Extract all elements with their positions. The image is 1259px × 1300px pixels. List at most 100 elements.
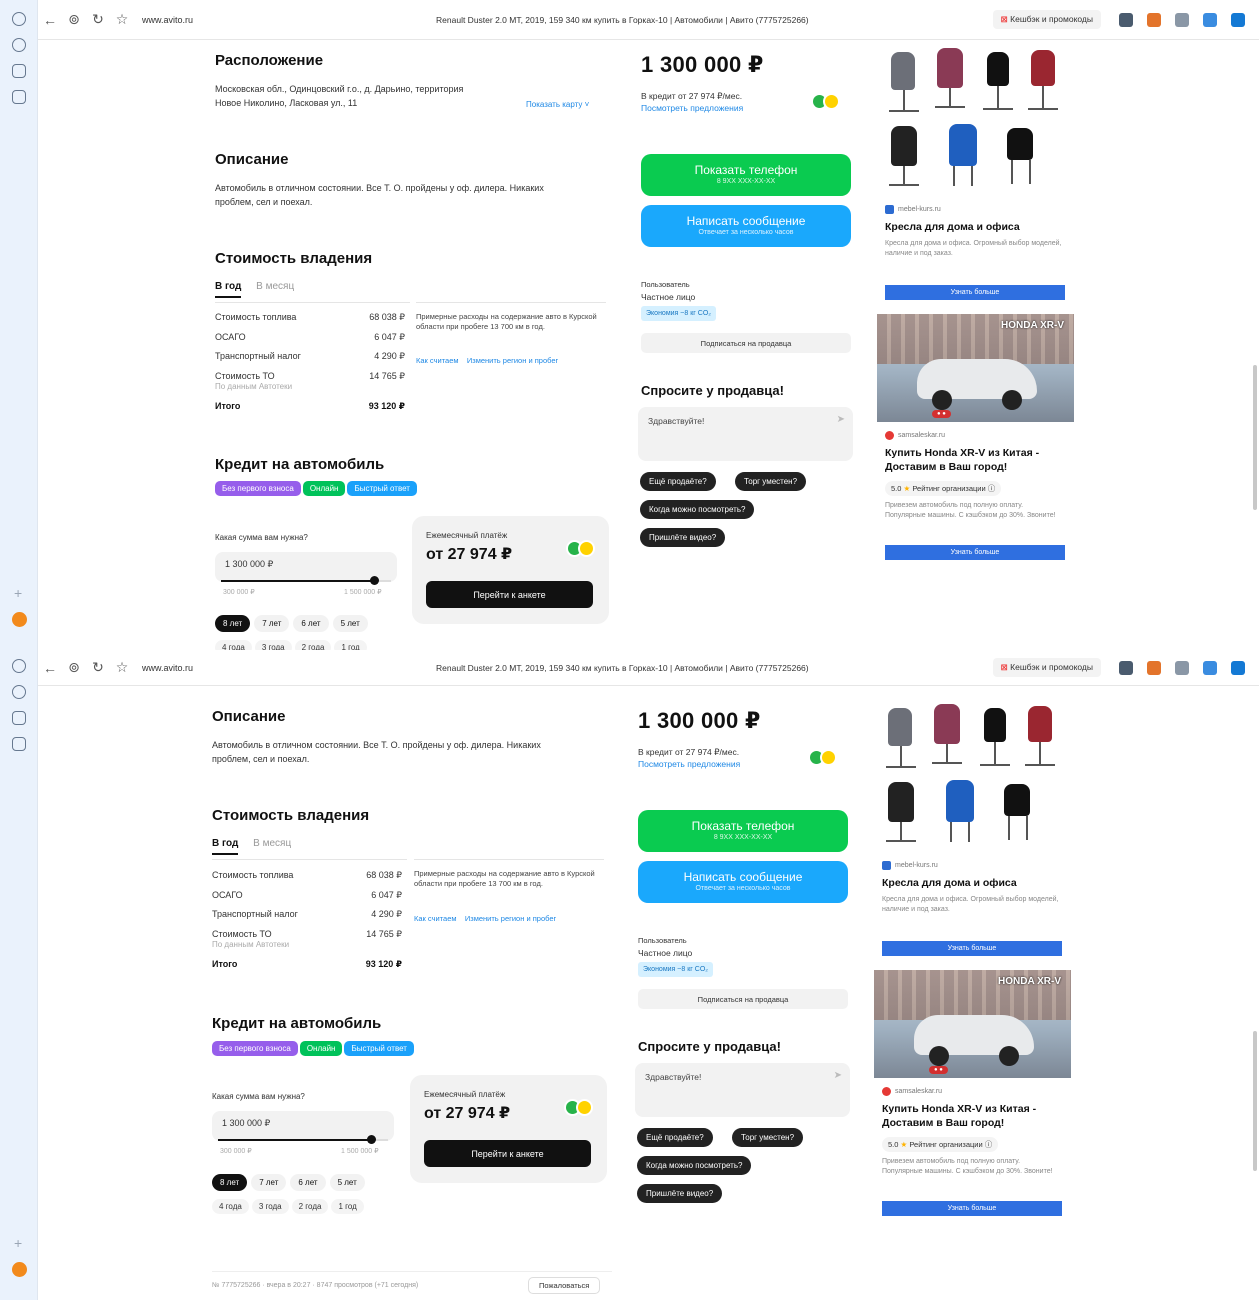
term-chip[interactable]: 1 год bbox=[334, 640, 367, 650]
show-phone-button[interactable]: Показать телефон 8 9XX XXX-XX-XX bbox=[641, 154, 851, 196]
seller-name[interactable]: Частное лицо bbox=[638, 947, 713, 960]
subscribe-button[interactable]: Подписаться на продавца bbox=[638, 989, 848, 1009]
tab-per-month[interactable]: В месяц bbox=[253, 838, 291, 849]
play-icon[interactable] bbox=[12, 38, 26, 52]
extensions-icon[interactable]: ⊚ bbox=[62, 11, 86, 28]
change-region-link[interactable]: Изменить регион и пробег bbox=[467, 356, 558, 365]
bird-icon[interactable] bbox=[1119, 12, 1133, 27]
fox-icon[interactable] bbox=[1147, 660, 1161, 675]
add-panel-icon[interactable]: + bbox=[14, 585, 22, 601]
chairs-ad-image[interactable] bbox=[881, 48, 1071, 198]
send-icon[interactable]: ➤ bbox=[837, 414, 845, 425]
translate-icon[interactable] bbox=[1203, 12, 1217, 27]
term-chip[interactable]: 2 года bbox=[291, 1199, 329, 1214]
ad2-button[interactable]: Узнать больше bbox=[882, 1201, 1062, 1216]
car-ad-image[interactable]: HONDA XR-V ● ● bbox=[874, 970, 1071, 1078]
message-input[interactable]: Здравствуйте! ➤ bbox=[635, 1063, 850, 1117]
assistant-icon[interactable] bbox=[12, 1262, 27, 1277]
reload-icon[interactable]: ↻ bbox=[86, 11, 110, 28]
term-chip[interactable]: 1 год bbox=[331, 1199, 364, 1214]
term-chip[interactable]: 5 лет bbox=[332, 615, 368, 632]
tab-per-year[interactable]: В год bbox=[212, 838, 239, 855]
term-chip[interactable]: 8 лет bbox=[215, 615, 251, 632]
bird-icon[interactable] bbox=[1119, 660, 1133, 675]
message-input[interactable]: Здравствуйте! ➤ bbox=[638, 407, 853, 461]
back-icon[interactable]: ← bbox=[38, 660, 62, 676]
ad1-source[interactable]: mebel-kurs.ru bbox=[882, 861, 938, 870]
question-chip[interactable]: Ещё продаёте? bbox=[640, 472, 716, 491]
send-icon[interactable]: ➤ bbox=[834, 1070, 842, 1081]
ad2-source[interactable]: samsaleskar.ru bbox=[882, 1087, 942, 1096]
term-chip[interactable]: 2 года bbox=[294, 640, 332, 650]
collections-icon[interactable] bbox=[12, 711, 26, 725]
address-bar[interactable]: www.avito.ru bbox=[142, 663, 262, 673]
show-map-link[interactable]: Показать карту ˅ bbox=[526, 98, 589, 112]
term-chip[interactable]: 7 лет bbox=[251, 1174, 287, 1191]
back-icon[interactable]: ← bbox=[38, 12, 62, 28]
term-chip[interactable]: 7 лет bbox=[254, 615, 290, 632]
assistant-icon[interactable] bbox=[12, 612, 27, 627]
ad1-title[interactable]: Кресла для дома и офиса bbox=[885, 220, 1075, 234]
chairs-ad-image[interactable] bbox=[878, 704, 1068, 854]
go-to-form-button[interactable]: Перейти к анкете bbox=[424, 1140, 591, 1167]
term-chip[interactable]: 3 года bbox=[254, 640, 292, 650]
tab-per-year[interactable]: В год bbox=[215, 281, 242, 298]
history-icon[interactable] bbox=[12, 12, 26, 26]
translate-icon[interactable] bbox=[1203, 660, 1217, 675]
address-bar[interactable]: www.avito.ru bbox=[142, 15, 262, 25]
ad2-source[interactable]: samsaleskar.ru bbox=[885, 431, 945, 440]
amount-slider[interactable]: 1 300 000 ₽ bbox=[212, 1111, 394, 1144]
download-icon[interactable] bbox=[1231, 12, 1245, 27]
slider-knob[interactable] bbox=[370, 576, 379, 585]
term-chip[interactable]: 5 лет bbox=[329, 1174, 365, 1191]
write-message-button[interactable]: Написать сообщение Отвечает за несколько… bbox=[641, 205, 851, 247]
scrollbar-thumb[interactable] bbox=[1253, 365, 1257, 510]
question-chip[interactable]: Когда можно посмотреть? bbox=[637, 1156, 752, 1175]
protect-icon[interactable]: ☆ bbox=[110, 659, 134, 676]
term-chip[interactable]: 8 лет bbox=[212, 1174, 248, 1191]
notes-icon[interactable] bbox=[12, 737, 26, 751]
amount-slider[interactable]: 1 300 000 ₽ bbox=[215, 552, 397, 585]
term-chip[interactable]: 6 лет bbox=[293, 615, 329, 632]
protect-icon[interactable]: ☆ bbox=[110, 11, 134, 28]
credit-offers-link[interactable]: Посмотреть предложения bbox=[638, 758, 740, 770]
question-chip[interactable]: Когда можно посмотреть? bbox=[640, 500, 755, 519]
ad2-button[interactable]: Узнать больше bbox=[885, 545, 1065, 560]
reload-icon[interactable]: ↻ bbox=[86, 659, 110, 676]
write-message-button[interactable]: Написать сообщение Отвечает за несколько… bbox=[638, 861, 848, 903]
ad1-source[interactable]: mebel-kurs.ru bbox=[885, 205, 941, 214]
notes-icon[interactable] bbox=[12, 90, 26, 104]
go-to-form-button[interactable]: Перейти к анкете bbox=[426, 581, 593, 608]
report-button[interactable]: Пожаловаться bbox=[528, 1277, 601, 1294]
add-panel-icon[interactable]: + bbox=[14, 1235, 22, 1251]
cashback-button[interactable]: ⊠ Кешбэк и промокоды bbox=[992, 10, 1101, 29]
question-chip[interactable]: Пришлёте видео? bbox=[637, 1184, 723, 1203]
credit-offers-link[interactable]: Посмотреть предложения bbox=[641, 102, 743, 114]
ad1-title[interactable]: Кресла для дома и офиса bbox=[882, 876, 1072, 890]
seller-name[interactable]: Частное лицо bbox=[641, 291, 716, 304]
how-calc-link[interactable]: Как считаем bbox=[414, 914, 457, 923]
tab-per-month[interactable]: В месяц bbox=[256, 281, 294, 292]
question-chip[interactable]: Торг уместен? bbox=[735, 472, 807, 491]
question-chip[interactable]: Торг уместен? bbox=[732, 1128, 804, 1147]
ad1-button[interactable]: Узнать больше bbox=[882, 941, 1062, 956]
download-icon[interactable] bbox=[1231, 660, 1245, 675]
ad1-button[interactable]: Узнать больше bbox=[885, 285, 1065, 300]
term-chip[interactable]: 3 года bbox=[251, 1199, 289, 1214]
cashback-button[interactable]: ⊠ Кешбэк и промокоды bbox=[992, 658, 1101, 677]
car-ad-image[interactable]: HONDA XR-V ● ● bbox=[877, 314, 1074, 422]
question-chip[interactable]: Пришлёте видео? bbox=[640, 528, 726, 547]
history-icon[interactable] bbox=[12, 659, 26, 673]
term-chip[interactable]: 4 года bbox=[215, 640, 252, 650]
how-calc-link[interactable]: Как считаем bbox=[416, 356, 459, 365]
term-chip[interactable]: 4 года bbox=[212, 1199, 249, 1214]
ad2-title[interactable]: Купить Honda XR-V из Китая - Доставим в … bbox=[882, 1102, 1062, 1130]
slider-knob[interactable] bbox=[367, 1135, 376, 1144]
play-icon[interactable] bbox=[12, 685, 26, 699]
change-region-link[interactable]: Изменить регион и пробег bbox=[465, 914, 556, 923]
screenshot-icon[interactable] bbox=[1175, 12, 1189, 27]
screenshot-icon[interactable] bbox=[1175, 660, 1189, 675]
subscribe-button[interactable]: Подписаться на продавца bbox=[641, 333, 851, 353]
ad2-title[interactable]: Купить Honda XR-V из Китая - Доставим в … bbox=[885, 446, 1065, 474]
extensions-icon[interactable]: ⊚ bbox=[62, 659, 86, 676]
